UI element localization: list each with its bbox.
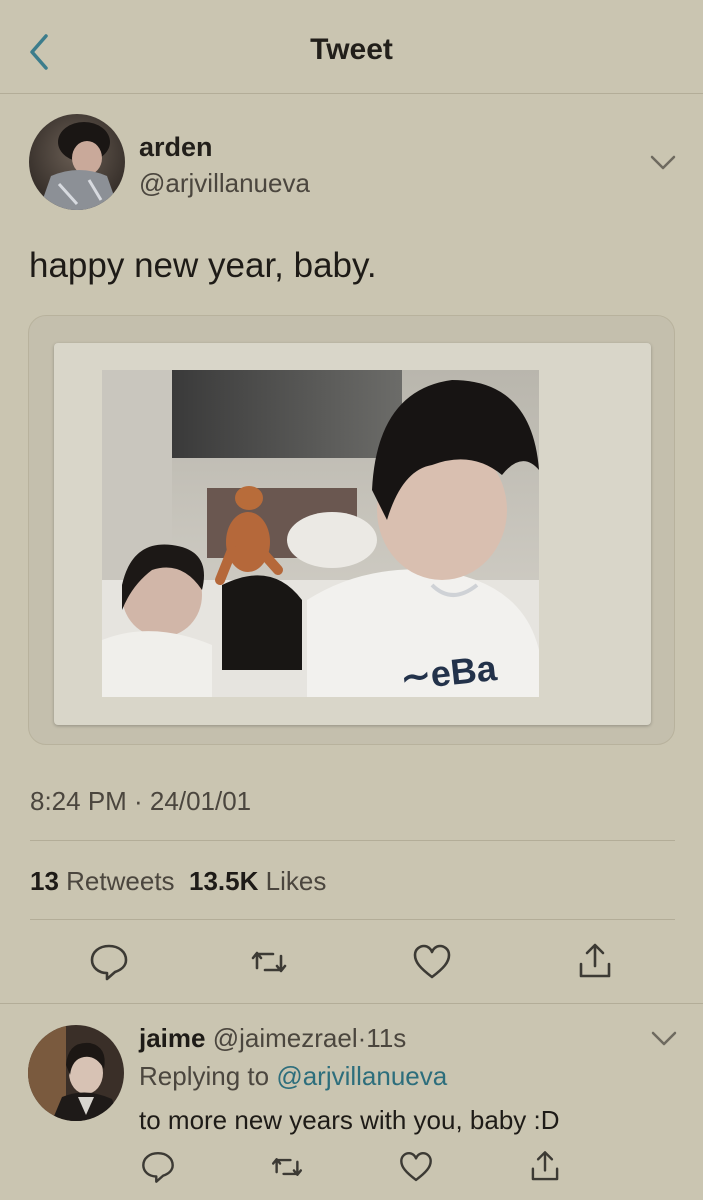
share-icon[interactable] — [526, 1148, 564, 1186]
tweet-timestamp: 8:24 PM · 24/01/01 — [30, 786, 252, 816]
speech-bubble-icon[interactable] — [139, 1148, 177, 1186]
speech-bubble-icon[interactable] — [87, 940, 131, 984]
retweet-count[interactable]: 13 — [30, 866, 59, 896]
chevron-down-icon[interactable] — [650, 155, 676, 171]
author-name[interactable]: arden — [139, 132, 213, 163]
share-icon[interactable] — [573, 940, 617, 984]
tweet-stats: 13 Retweets 13.5K Likes — [30, 866, 326, 897]
reply-text: to more new years with you, baby :D — [139, 1105, 560, 1135]
retweet-icon[interactable] — [268, 1148, 306, 1186]
likes-label[interactable]: Likes — [266, 866, 327, 896]
reply-avatar[interactable] — [28, 1025, 124, 1121]
reply-header: jaime @jaimezrael·11s — [139, 1023, 406, 1054]
retweets-label[interactable]: Retweets — [66, 866, 174, 896]
reply-author-handle[interactable]: @jaimezrael — [213, 1023, 358, 1053]
tweet-media[interactable]: ∼eBa — [28, 315, 675, 745]
reply-time: 11s — [366, 1023, 407, 1053]
retweet-icon[interactable] — [247, 940, 291, 984]
divider — [0, 1003, 703, 1004]
avatar[interactable] — [29, 114, 125, 210]
chevron-down-icon[interactable] — [651, 1031, 677, 1047]
heart-icon[interactable] — [410, 940, 454, 984]
divider — [30, 919, 675, 920]
replying-prefix: Replying to — [139, 1061, 270, 1091]
author-handle[interactable]: @arjvillanueva — [139, 168, 310, 199]
tweet-text: happy new year, baby. — [29, 246, 377, 285]
divider — [30, 840, 675, 841]
heart-icon[interactable] — [397, 1148, 435, 1186]
reply-separator: · — [357, 1023, 367, 1053]
page-title: Tweet — [310, 33, 393, 66]
polaroid-frame: ∼eBa — [54, 343, 651, 725]
photo: ∼eBa — [102, 370, 539, 697]
replying-to-link[interactable]: @arjvillanueva — [276, 1061, 447, 1091]
replying-to: Replying to @arjvillanueva — [139, 1061, 447, 1092]
reply-author-name[interactable]: jaime — [139, 1023, 206, 1053]
like-count[interactable]: 13.5K — [189, 866, 258, 896]
header-bar: Tweet — [0, 0, 703, 94]
